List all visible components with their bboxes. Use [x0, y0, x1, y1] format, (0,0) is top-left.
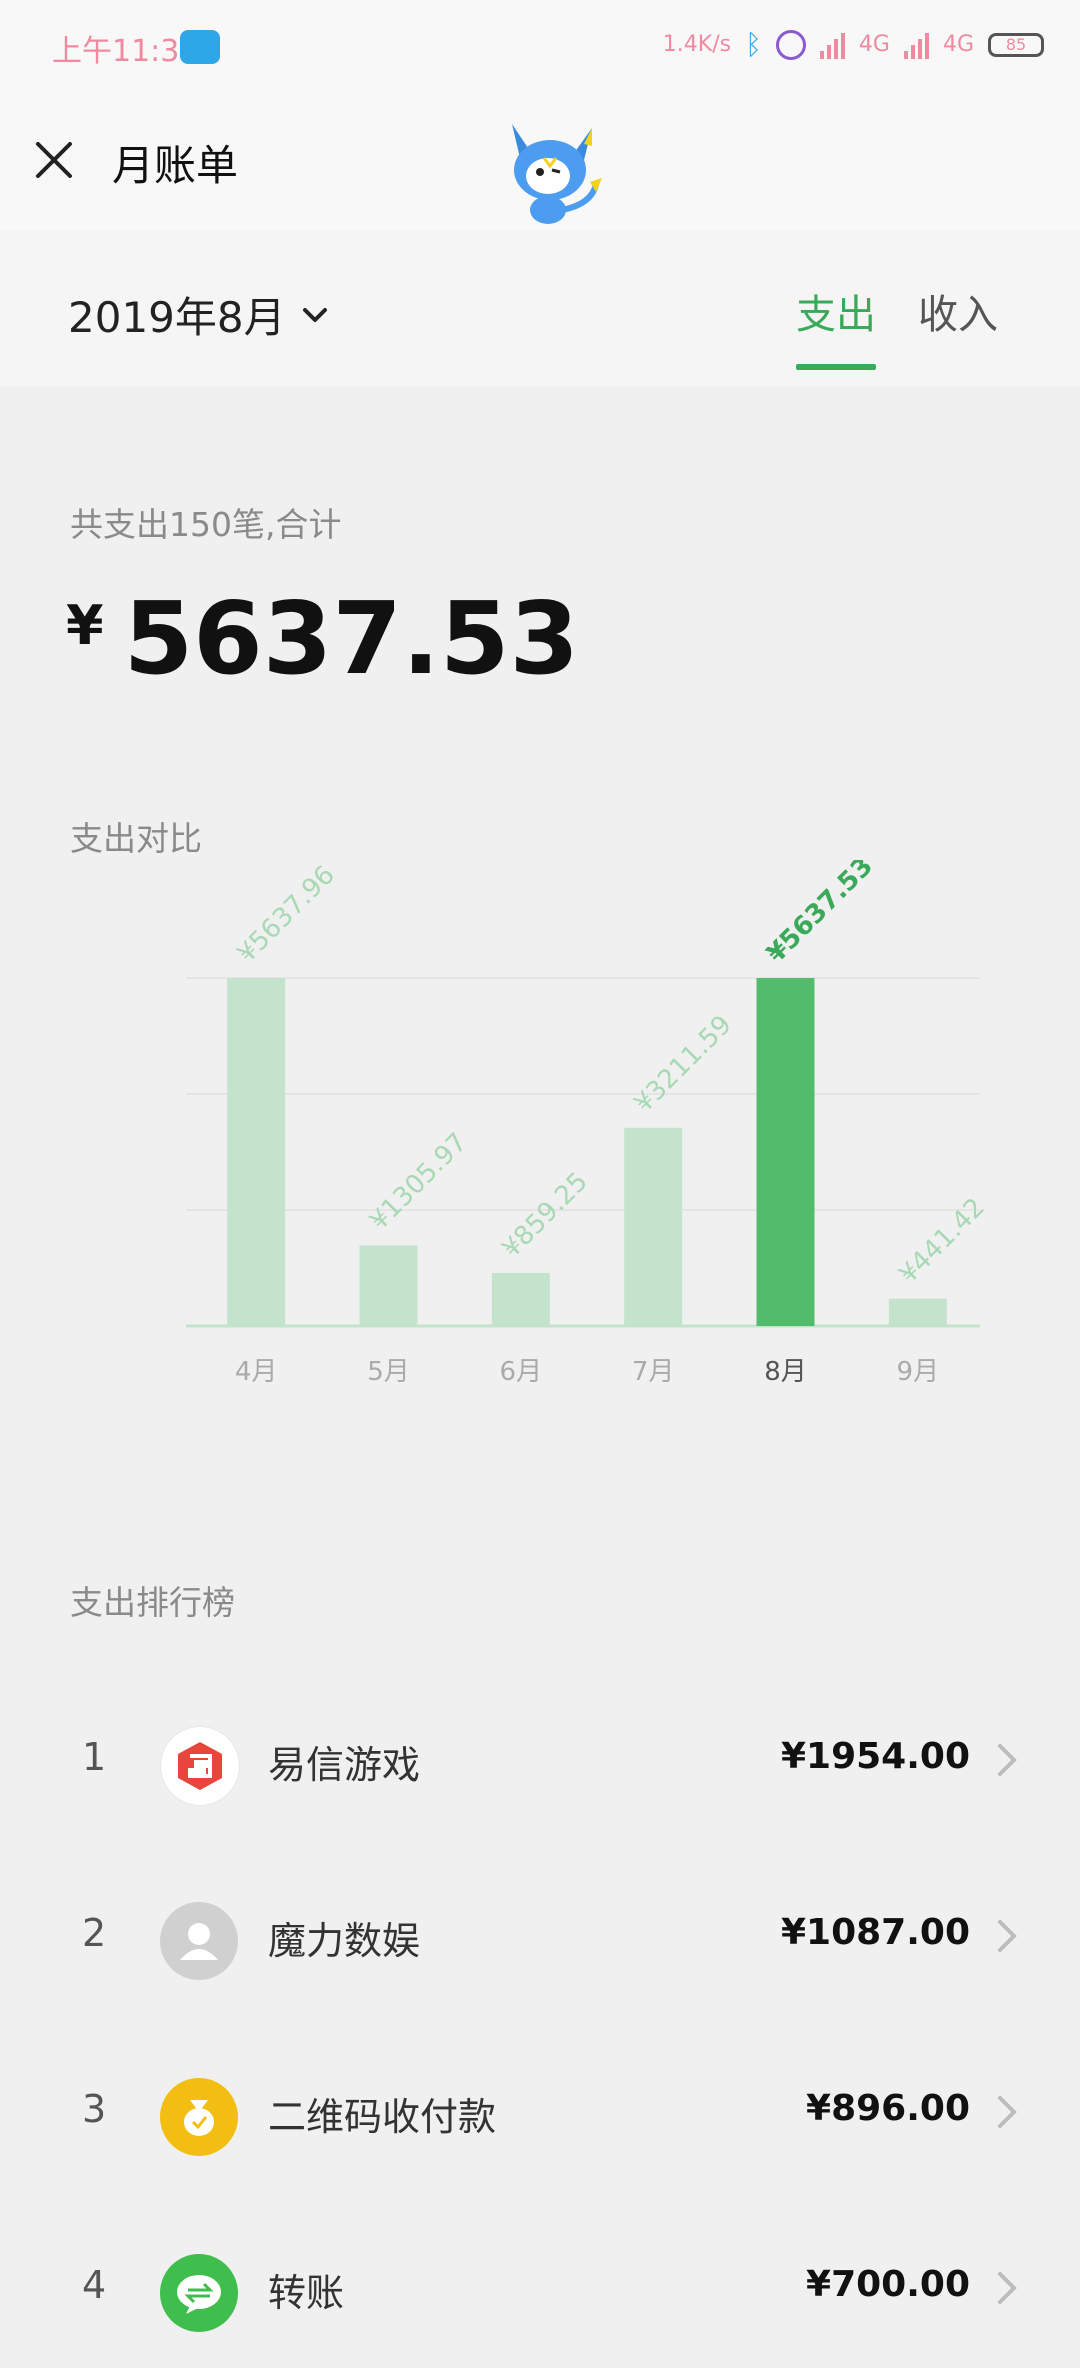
mascot-sticker-icon	[512, 124, 602, 224]
money-bag-icon	[160, 2078, 238, 2156]
x-tick-label: 7月	[632, 1357, 675, 1387]
signal-icon-2	[903, 31, 929, 59]
battery-level: 85	[1005, 35, 1027, 54]
network-type-1: 4G	[858, 32, 890, 57]
bar-value-label: ¥1305.97	[364, 1127, 473, 1236]
chevron-right-icon	[998, 1920, 1017, 1952]
x-tick-label: 6月	[500, 1357, 543, 1387]
chevron-right-icon	[998, 1744, 1017, 1776]
rank-number: 4	[82, 2263, 107, 2307]
transfer-icon	[160, 2254, 238, 2332]
status-time: 上午11:37	[52, 34, 199, 69]
rank-number: 1	[82, 1735, 107, 1779]
tab-expense[interactable]: 支出	[796, 282, 876, 370]
expense-comparison-chart: ¥5637.96 4月 ¥1305.97 5月 ¥859.25 6月 ¥3211.59 7月 ¥…	[186, 860, 991, 1387]
merchant-name: 魔力数娱	[268, 1919, 421, 1963]
chart-bar	[756, 978, 815, 1326]
x-tick-label: 4月	[235, 1357, 278, 1387]
bar-value-label: ¥3211.59	[629, 1010, 738, 1119]
total-amount: ¥ 5637.53	[66, 580, 579, 697]
chart-bar	[227, 978, 286, 1326]
ranking-row-4[interactable]: 4 转账 ¥700.00	[0, 2218, 1080, 2368]
chart-bar	[359, 1245, 418, 1326]
merchant-amount: ¥896.00	[806, 2088, 970, 2129]
tab-income[interactable]: 收入	[918, 282, 998, 340]
rank-number: 2	[82, 1911, 107, 1955]
chevron-right-icon	[998, 2096, 1017, 2128]
filter-bar: 2019年8月 支出 收入	[0, 230, 1080, 386]
default-user-icon	[160, 1902, 238, 1980]
close-icon[interactable]	[30, 136, 78, 184]
bar-value-label: ¥441.42	[894, 1192, 991, 1289]
page-title: 月账单	[112, 141, 239, 190]
merchant-amount: ¥1087.00	[780, 1912, 970, 1953]
summary-label: 共支出150笔,合计	[70, 505, 342, 544]
chart-bar	[624, 1127, 683, 1326]
chevron-down-icon	[302, 307, 327, 322]
comparison-title: 支出对比	[70, 819, 202, 858]
month-selector[interactable]: 2019年8月	[68, 284, 330, 345]
rank-number: 3	[82, 2087, 107, 2131]
merchant-amount: ¥1954.00	[780, 1736, 970, 1777]
merchant-amount: ¥700.00	[806, 2264, 970, 2305]
ranking-row-3[interactable]: 3 二维码收付款 ¥896.00	[0, 2042, 1080, 2192]
battery-icon: 85	[988, 32, 1044, 57]
total-value: 5637.53	[123, 580, 580, 697]
chart-bar	[888, 1298, 947, 1326]
ranking-title: 支出排行榜	[70, 1583, 235, 1622]
bar-value-label: ¥5637.53	[761, 860, 879, 969]
month-label: 2019年8月	[68, 293, 286, 342]
merchant-name: 易信游戏	[268, 1743, 421, 1787]
status-bar: 上午11:37 1.4K/s ᛒ 4G 4G 85	[0, 0, 1080, 96]
ranking-row-1[interactable]: 1 易信游戏 ¥1954.00	[0, 1690, 1080, 1840]
net-speed: 1.4K/s	[662, 32, 732, 57]
yixin-game-icon	[160, 1726, 240, 1806]
x-tick-label: 8月	[764, 1357, 807, 1387]
ranking-row-2[interactable]: 2 魔力数娱 ¥1087.00	[0, 1866, 1080, 2016]
signal-icon	[819, 31, 845, 59]
bluetooth-icon: ᛒ	[745, 28, 762, 61]
network-type-2: 4G	[942, 32, 974, 57]
x-tick-label: 9月	[897, 1357, 940, 1387]
status-indicators: 1.4K/s ᛒ 4G 4G 85	[663, 28, 1044, 61]
cloud-icon	[180, 30, 220, 64]
app-header: 月账单	[0, 96, 1080, 230]
merchant-name: 二维码收付款	[268, 2095, 497, 2139]
chevron-right-icon	[998, 2272, 1017, 2304]
alarm-icon	[775, 29, 806, 60]
bar-value-label: ¥5637.96	[232, 860, 341, 969]
merchant-name: 转账	[268, 2271, 345, 2315]
x-tick-label: 5月	[367, 1357, 410, 1387]
currency-symbol: ¥	[66, 594, 104, 657]
bar-value-label: ¥859.25	[497, 1167, 594, 1264]
chart-bar	[491, 1272, 550, 1326]
